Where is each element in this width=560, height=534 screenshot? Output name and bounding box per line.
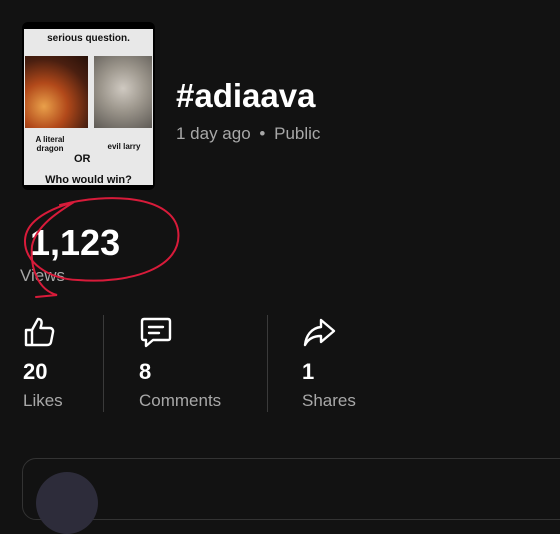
thumbs-up-icon[interactable] xyxy=(23,315,57,349)
comments-stat[interactable]: 8 Comments xyxy=(139,315,221,410)
likes-stat[interactable]: 20 Likes xyxy=(23,315,63,410)
comments-label: Comments xyxy=(139,391,222,410)
likes-label: Likes xyxy=(23,391,63,410)
comment-icon[interactable] xyxy=(139,315,173,349)
avatar[interactable] xyxy=(36,472,98,534)
stat-divider xyxy=(103,315,104,412)
shares-label: Shares xyxy=(302,391,356,410)
stat-divider xyxy=(267,315,268,412)
comments-count: 8 xyxy=(139,359,152,384)
share-icon[interactable] xyxy=(302,315,336,349)
hand-drawn-circle-annotation xyxy=(23,197,180,298)
comment-composer[interactable] xyxy=(22,458,560,520)
likes-count: 20 xyxy=(23,359,48,384)
shares-count: 1 xyxy=(302,359,315,384)
shares-stat[interactable]: 1 Shares xyxy=(302,315,356,410)
